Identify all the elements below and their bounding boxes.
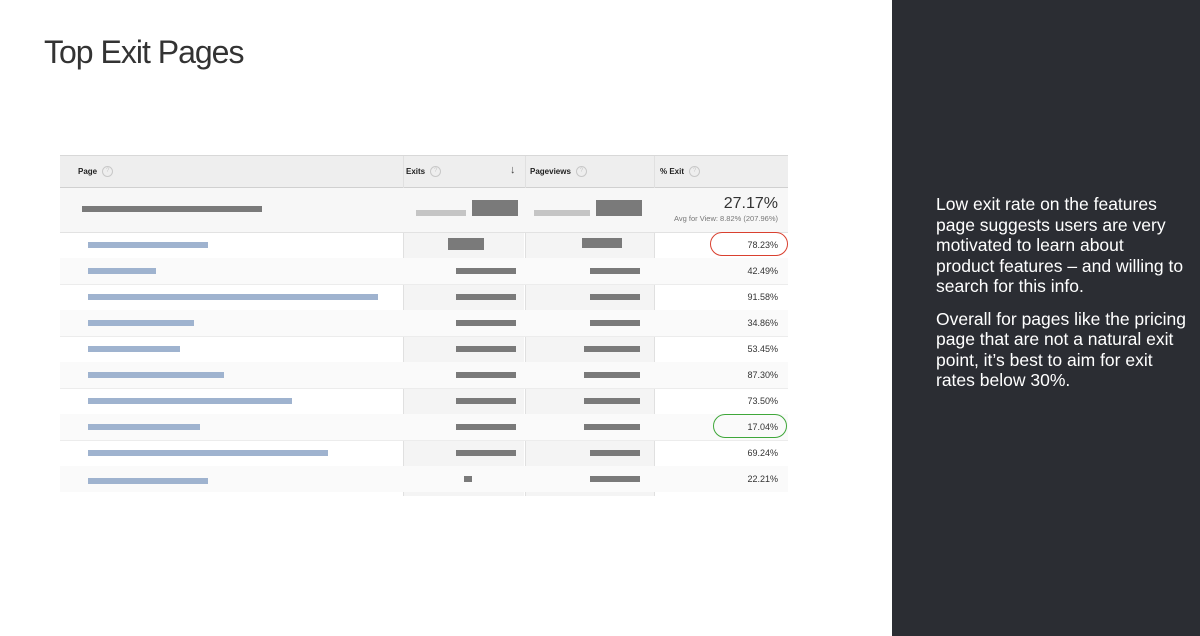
redacted-page-link[interactable] [88, 268, 156, 274]
redacted-page-link[interactable] [88, 346, 180, 352]
redacted-pageviews [590, 268, 640, 274]
avg-for-view-note: Avg for View: 8.82% (207.96%) [674, 214, 778, 223]
redacted-page-link[interactable] [88, 242, 208, 248]
redacted-exits [456, 320, 516, 326]
redacted-pageviews [590, 320, 640, 326]
table-header: Page ? Exits ? ↓ Pageviews ? % Exit ? [60, 156, 788, 188]
redacted-pageviews [584, 346, 640, 352]
col-header-pct-exit[interactable]: % Exit ? [660, 156, 701, 187]
pct-exit-value: 87.30% [747, 370, 778, 380]
pct-exit-value: 34.86% [747, 318, 778, 328]
redacted-page-link[interactable] [88, 398, 292, 404]
pct-exit-value: 53.45% [747, 344, 778, 354]
low-exit-highlight-circle [713, 414, 787, 438]
insight-paragraph-1: Low exit rate on the features page sugge… [936, 194, 1184, 296]
redacted-exits [464, 476, 472, 482]
redacted-pageviews [590, 476, 640, 482]
pct-exit-value: 22.21% [747, 474, 778, 484]
col-header-pageviews[interactable]: Pageviews ? [530, 156, 587, 187]
redacted-pageviews [590, 294, 640, 300]
redacted-total-exits [416, 210, 466, 216]
table-row[interactable]: 87.30% [60, 362, 788, 389]
redacted-total-pageviews [534, 210, 590, 216]
insight-panel: Low exit rate on the features page sugge… [892, 0, 1200, 636]
col-header-page-label: Page [78, 167, 98, 176]
help-icon[interactable]: ? [102, 166, 114, 177]
redacted-total-label [82, 206, 262, 212]
slide-title: Top Exit Pages [44, 34, 244, 70]
col-header-pct-exit-label: % Exit [660, 167, 685, 176]
redacted-page-link[interactable] [88, 424, 200, 430]
table-row[interactable]: 53.45% [60, 336, 788, 363]
redacted-exits [456, 398, 516, 404]
high-exit-highlight-circle [710, 232, 788, 256]
redacted-page-link[interactable] [88, 478, 208, 484]
total-pct-exit: 27.17% [723, 195, 778, 212]
pct-exit-value: 69.24% [747, 448, 778, 458]
table-row[interactable]: 17.04% [60, 414, 788, 441]
insight-paragraph-2: Overall for pages like the pricing page … [936, 308, 1186, 391]
table-row[interactable]: 69.24% [60, 440, 788, 467]
redacted-page-link[interactable] [88, 372, 224, 378]
table-row[interactable]: 73.50% [60, 388, 788, 415]
redacted-pageviews [590, 450, 640, 456]
redacted-pageviews [582, 238, 622, 248]
col-header-exits-label: Exits [406, 167, 426, 176]
table-row[interactable]: 91.58% [60, 284, 788, 311]
table-row[interactable]: 22.21% [60, 466, 788, 492]
table-row[interactable]: 42.49% [60, 258, 788, 285]
redacted-pageviews [584, 372, 640, 378]
redacted-page-link[interactable] [88, 294, 378, 300]
table-row[interactable]: 78.23% [60, 232, 788, 259]
sort-desc-arrow-icon[interactable]: ↓ [510, 164, 516, 176]
redacted-exits [456, 450, 516, 456]
col-header-pageviews-label: Pageviews [530, 167, 571, 176]
redacted-page-link[interactable] [88, 450, 328, 456]
redacted-pageviews [584, 424, 640, 430]
help-icon[interactable]: ? [430, 166, 442, 177]
redacted-exits [448, 238, 484, 250]
redacted-exits [456, 346, 516, 352]
help-icon[interactable]: ? [575, 166, 587, 177]
col-header-exits[interactable]: Exits ? [406, 156, 442, 187]
redacted-exits [456, 294, 516, 300]
col-header-page[interactable]: Page ? [78, 156, 114, 187]
redacted-exits [456, 424, 516, 430]
redacted-total-exits [472, 200, 518, 216]
redacted-page-link[interactable] [88, 320, 194, 326]
pct-exit-value: 91.58% [747, 292, 778, 302]
insight-text: Low exit rate on the features page sugge… [936, 194, 1186, 403]
exit-pages-table: Page ? Exits ? ↓ Pageviews ? % Exit ? 27… [60, 155, 788, 496]
help-icon[interactable]: ? [689, 166, 701, 177]
redacted-total-pageviews [596, 200, 642, 216]
pct-exit-value: 42.49% [747, 266, 778, 276]
pct-exit-value: 73.50% [747, 396, 778, 406]
table-row[interactable]: 34.86% [60, 310, 788, 337]
redacted-exits [456, 268, 516, 274]
redacted-pageviews [584, 398, 640, 404]
redacted-exits [456, 372, 516, 378]
